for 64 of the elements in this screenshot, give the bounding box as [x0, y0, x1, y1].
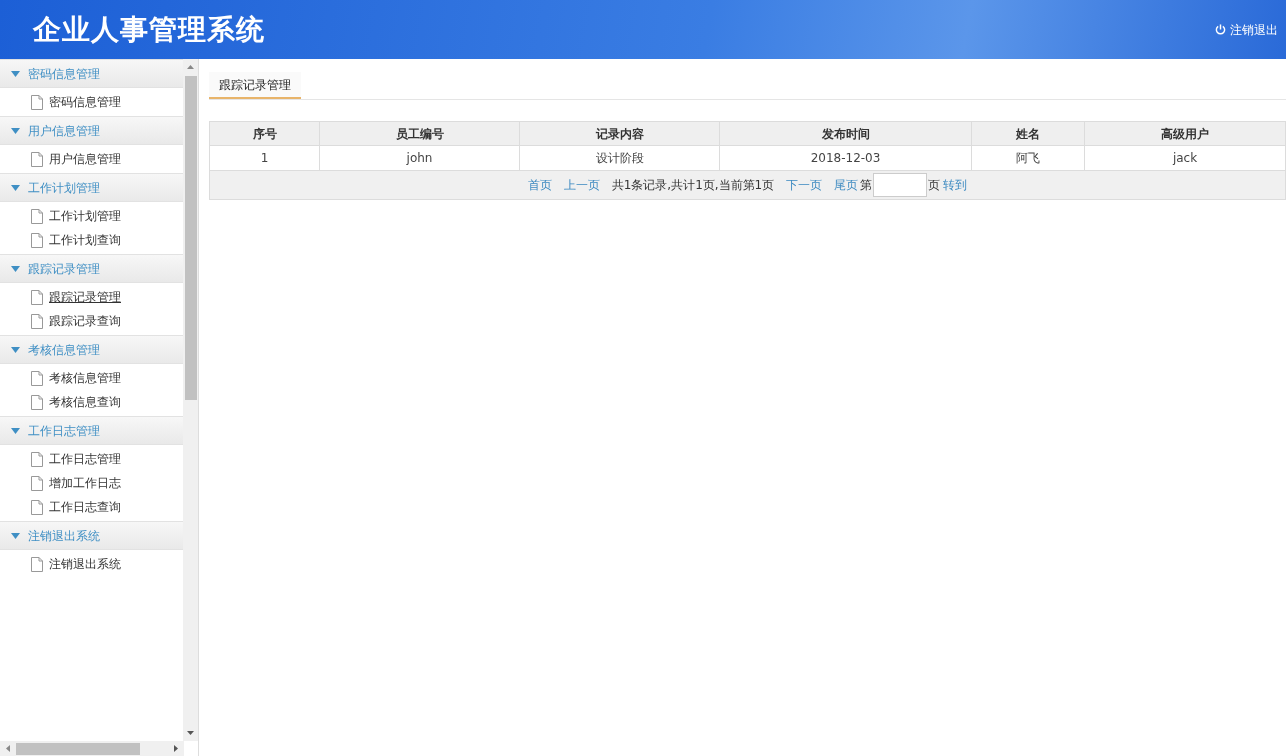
document-icon	[31, 208, 43, 224]
power-icon	[1215, 24, 1226, 35]
column-header: 序号	[210, 122, 320, 145]
table-cell: 设计阶段	[520, 146, 720, 170]
logout-link[interactable]: 注销退出	[1215, 20, 1278, 39]
sidebar-link[interactable]: 考核信息管理	[49, 369, 121, 387]
caret-down-icon	[11, 127, 20, 134]
horizontal-scrollbar[interactable]	[0, 741, 184, 756]
page-prefix: 第	[860, 177, 873, 194]
caret-down-icon	[11, 427, 20, 434]
sidebar-link[interactable]: 密码信息管理	[49, 93, 121, 111]
scrollbar-thumb[interactable]	[16, 742, 140, 755]
document-icon	[31, 313, 43, 329]
app-title: 企业人事管理系统	[33, 11, 265, 48]
column-header: 高级用户	[1160, 125, 1210, 143]
sidebar-link[interactable]: 增加工作日志	[49, 474, 121, 492]
document-icon	[31, 394, 43, 410]
document-icon	[31, 94, 43, 110]
document-icon	[31, 475, 43, 491]
caret-down-icon	[11, 346, 20, 353]
vertical-scrollbar[interactable]	[183, 59, 198, 741]
document-icon	[31, 556, 43, 572]
caret-down-icon	[11, 532, 20, 539]
document-icon	[31, 151, 43, 167]
page-summary: 共1条记录,共计1页,当前第1页	[611, 177, 775, 194]
next-page-link[interactable]: 下一页	[786, 176, 823, 194]
column-header: 姓名	[972, 122, 1085, 145]
table-cell-text: jack	[1171, 150, 1199, 167]
table-cell: 2018-12-03	[720, 146, 972, 170]
document-icon	[31, 289, 43, 305]
scroll-down-icon[interactable]	[187, 731, 194, 735]
table-cell: john	[320, 146, 520, 170]
sidebar-link[interactable]: 考核信息查询	[49, 393, 121, 411]
document-icon	[31, 451, 43, 467]
column-header: 员工编号	[320, 122, 520, 145]
scroll-up-icon[interactable]	[187, 65, 194, 69]
page-suffix: 页	[928, 177, 941, 194]
go-link[interactable]: 转到	[943, 176, 968, 194]
table-cell: 1	[210, 146, 320, 170]
scrollbar-thumb[interactable]	[184, 76, 197, 400]
sidebar-link[interactable]: 工作日志查询	[49, 498, 121, 516]
sidebar-link[interactable]: 工作计划查询	[49, 231, 121, 249]
sidebar-link[interactable]: 跟踪记录查询	[49, 312, 121, 330]
sidebar-link[interactable]: 工作计划管理	[49, 207, 121, 225]
last-page-link[interactable]: 尾页	[834, 176, 859, 194]
document-icon	[31, 370, 43, 386]
prev-page-link[interactable]: 上一页	[563, 176, 600, 194]
scroll-left-icon[interactable]	[6, 745, 10, 752]
column-header: 记录内容	[520, 122, 720, 145]
page-number-field[interactable]	[873, 173, 928, 197]
sidebar-link[interactable]: 工作日志管理	[49, 450, 121, 468]
caret-down-icon	[11, 70, 20, 77]
document-icon	[31, 232, 43, 248]
first-page-link[interactable]: 首页	[527, 176, 552, 194]
tab[interactable]: 跟踪记录管理	[209, 72, 301, 99]
caret-down-icon	[11, 184, 20, 191]
caret-down-icon	[11, 265, 20, 272]
scroll-right-icon[interactable]	[174, 745, 178, 752]
sidebar-link[interactable]: 跟踪记录管理	[49, 288, 121, 306]
sidebar-link[interactable]: 注销退出系统	[49, 555, 121, 573]
document-icon	[31, 499, 43, 515]
table-cell: 阿飞	[972, 146, 1085, 170]
column-header: 发布时间	[720, 122, 972, 145]
sidebar-link[interactable]: 用户信息管理	[49, 150, 121, 168]
